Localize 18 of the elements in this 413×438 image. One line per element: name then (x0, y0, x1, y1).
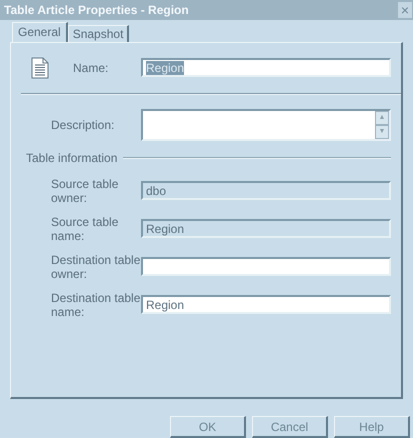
field-label: Destination table owner: (50, 252, 141, 281)
text-field[interactable] (141, 257, 391, 276)
name-field[interactable]: Region (141, 58, 391, 78)
group-title: Table information (26, 150, 118, 165)
tab[interactable]: Snapshot (68, 24, 130, 42)
field-label: Source table name: (50, 214, 120, 243)
dialog-button[interactable]: OK (170, 416, 246, 438)
tab[interactable]: General (12, 22, 68, 42)
document-icon (31, 56, 49, 79)
field-label: Description: (50, 118, 116, 132)
field-label: Source table owner: (50, 176, 120, 205)
text-field[interactable]: Region (141, 295, 391, 314)
field-label: Destination table name: (50, 290, 141, 319)
window-title: Table Article Properties - Region (4, 2, 189, 17)
dialog-button[interactable]: Cancel (252, 416, 328, 438)
field-label: Name: (73, 60, 108, 75)
close-button[interactable]: × (398, 2, 412, 18)
dialog-button[interactable]: Help (334, 416, 410, 438)
